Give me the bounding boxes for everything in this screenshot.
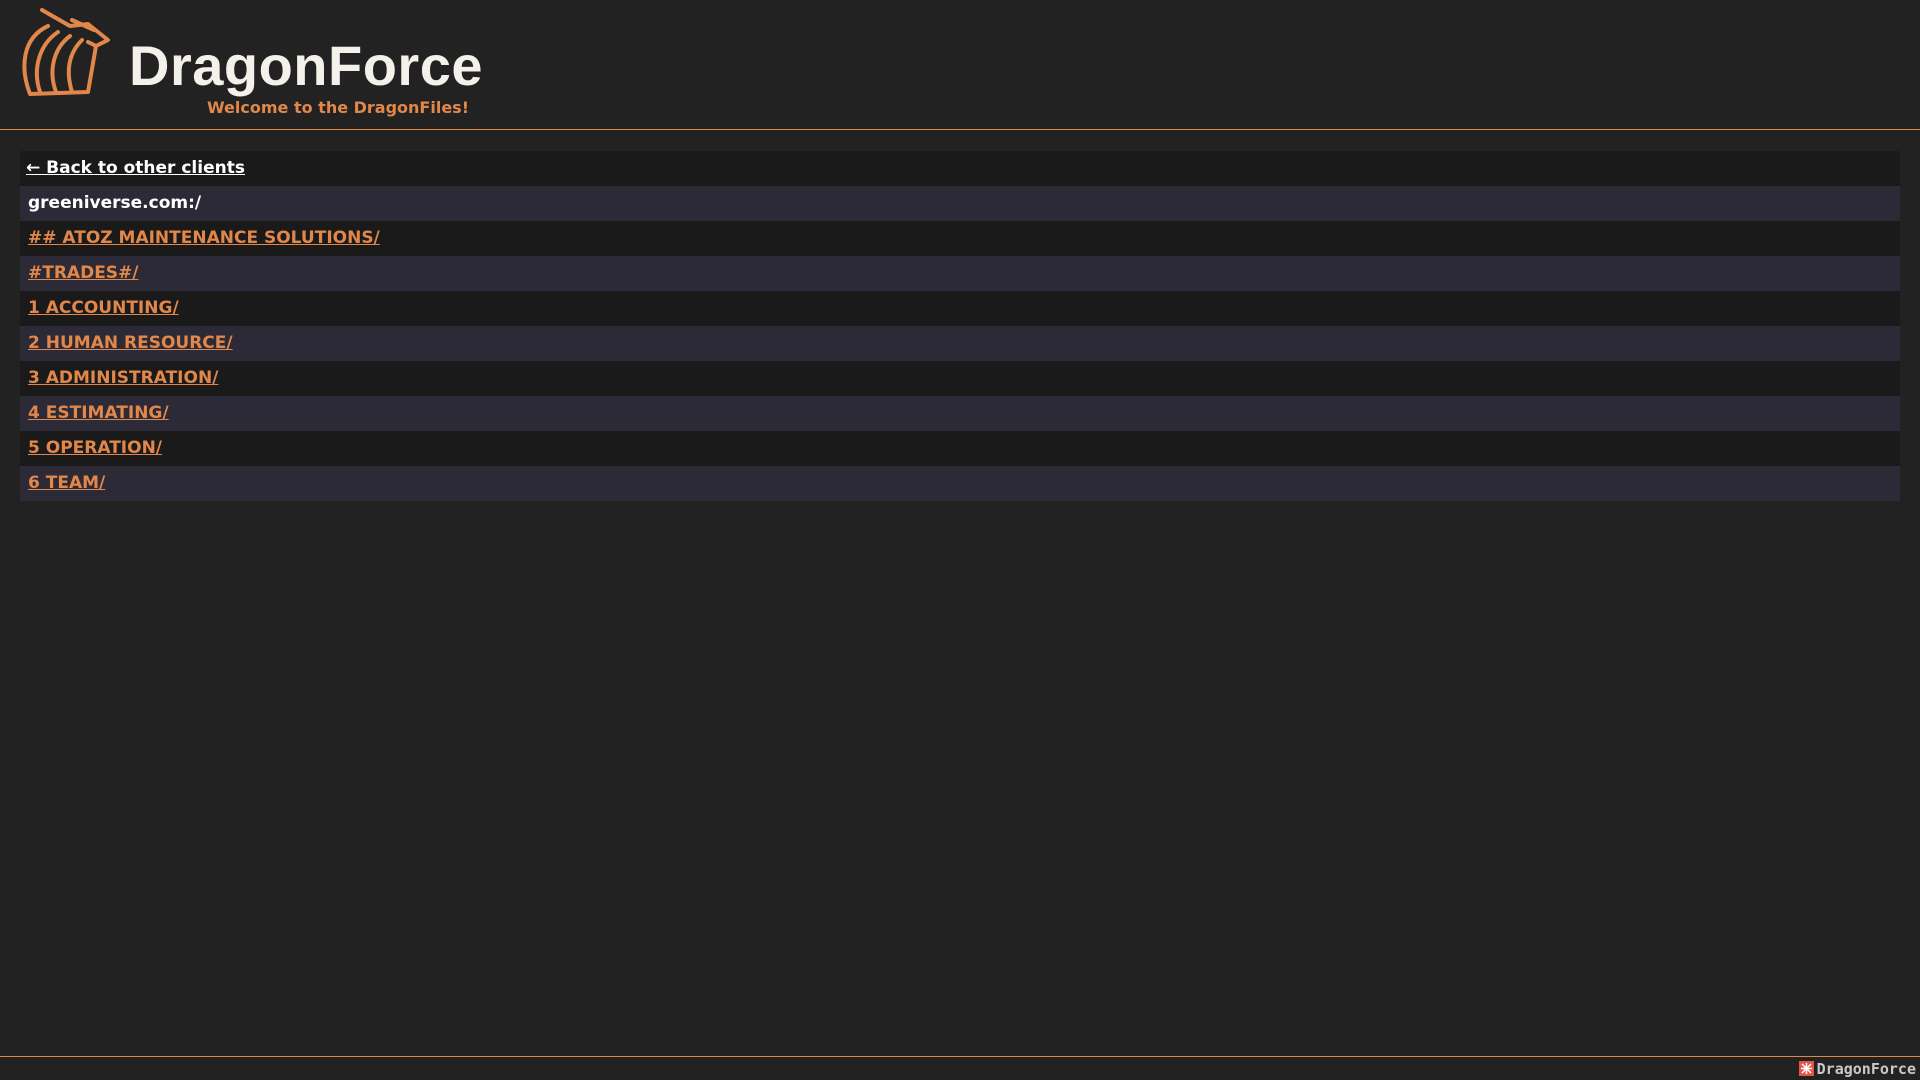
site-footer: DragonForce [0, 1056, 1920, 1080]
dragon-logo-icon [22, 8, 110, 96]
brand-subtitle: Welcome to the DragonFiles! [206, 98, 469, 117]
folder-link[interactable]: ## ATOZ MAINTENANCE SOLUTIONS/ [28, 228, 380, 248]
current-path: greeniverse.com:/ [20, 186, 1900, 221]
folder-row: 4 ESTIMATING/ [20, 396, 1900, 431]
folder-row: ## ATOZ MAINTENANCE SOLUTIONS/ [20, 221, 1900, 256]
folder-row: #TRADES#/ [20, 256, 1900, 291]
folder-link[interactable]: 2 HUMAN RESOURCE/ [28, 333, 233, 353]
site-header: DragonForce Welcome to the DragonFiles! [0, 0, 1920, 130]
brand-title: DragonForce [129, 34, 483, 97]
folder-row: 5 OPERATION/ [20, 431, 1900, 466]
folder-row: 3 ADMINISTRATION/ [20, 361, 1900, 396]
folder-link[interactable]: 4 ESTIMATING/ [28, 403, 169, 423]
back-to-clients-link[interactable]: ← Back to other clients [26, 158, 245, 178]
file-listing: ← Back to other clients greeniverse.com:… [20, 151, 1900, 501]
folder-row: 1 ACCOUNTING/ [20, 291, 1900, 326]
folder-link[interactable]: 6 TEAM/ [28, 473, 105, 493]
dragon-small-icon [1798, 1061, 1814, 1076]
folder-link[interactable]: #TRADES#/ [28, 263, 139, 283]
folder-link[interactable]: 5 OPERATION/ [28, 438, 162, 458]
folder-row: 2 HUMAN RESOURCE/ [20, 326, 1900, 361]
folder-link[interactable]: 1 ACCOUNTING/ [28, 298, 179, 318]
back-row: ← Back to other clients [20, 151, 1900, 186]
footer-brand-label: DragonForce [1816, 1060, 1916, 1078]
folder-link[interactable]: 3 ADMINISTRATION/ [28, 368, 218, 388]
folder-row: 6 TEAM/ [20, 466, 1900, 501]
footer-brand: DragonForce [1798, 1060, 1916, 1078]
